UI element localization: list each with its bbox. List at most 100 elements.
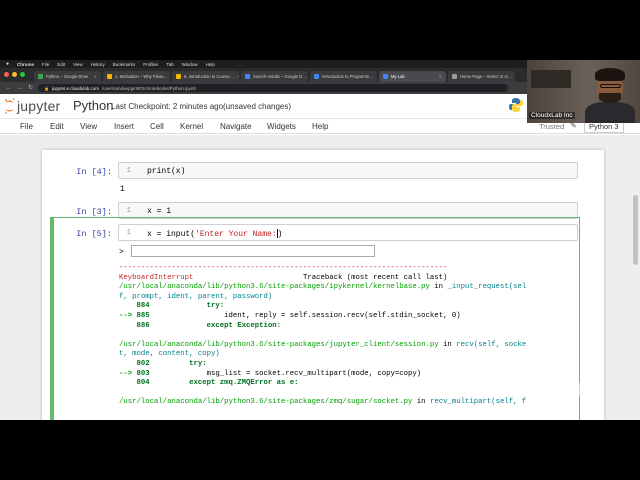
frame-line-number: 885 [136, 311, 150, 320]
page-favicon-icon [107, 74, 112, 79]
page-favicon-icon [452, 74, 457, 79]
tab-title: Python – Google Drive [46, 74, 89, 79]
menu-file[interactable]: File [20, 122, 33, 131]
traceback-header: Traceback (most recent call last) [302, 273, 448, 282]
autosave-status: (unsaved changes) [223, 102, 292, 111]
menubar-item-help[interactable]: Help [206, 62, 215, 67]
frame-file: /usr/local/anaconda/lib/python3.6/site-p… [119, 398, 413, 407]
menu-kernel[interactable]: Kernel [180, 122, 203, 131]
close-tab-icon[interactable]: ✕ [376, 74, 377, 79]
tab-title: 6. Introduction to Course… [184, 74, 235, 79]
frame-line-code: try: [206, 302, 225, 311]
browser-tab[interactable]: Python – Google Drive ✕ [34, 71, 101, 82]
browser-tab[interactable]: 1. Motivation – Why Pleas…✕ [103, 71, 170, 82]
tab-title: Introduction to Programm… [322, 74, 374, 79]
menubar-item-bookmarks[interactable]: Bookmarks [113, 62, 136, 67]
menubar-app-name[interactable]: Chrome [17, 62, 34, 67]
presenter-glasses [600, 84, 621, 88]
browser-tab[interactable]: Introduction to Programm…✕ [310, 71, 377, 82]
presenter-body [585, 102, 635, 123]
jupyter-wordmark: jupyter [17, 98, 61, 114]
frame-line-number: 886 [136, 321, 150, 330]
webcam-shelf [531, 70, 571, 88]
stdin-input[interactable] [131, 245, 375, 257]
code-text: print(x) [147, 167, 186, 176]
scrollbar-thumb[interactable] [633, 195, 638, 265]
cell-output: 1 [120, 185, 125, 194]
menu-insert[interactable]: Insert [114, 122, 134, 131]
webcam-participant-name: CloudxLab Inc [529, 112, 575, 119]
jupyter-logo[interactable]: jupyter [4, 97, 68, 115]
frame-func: recv(self, socke [456, 340, 527, 349]
frame-in: in [443, 340, 452, 349]
minimize-window-icon[interactable] [12, 72, 17, 77]
error-name: KeyboardInterrupt [119, 273, 194, 282]
address-bar[interactable]: 🔒 jupyter.e.cloudxlab.com/user/sandeepgi… [38, 84, 509, 92]
browser-tab[interactable]: Search results – Google D…✕ [241, 71, 308, 82]
frame-line-code: ident, reply = self.session.recv(self.st… [224, 311, 461, 320]
page-favicon-icon [314, 74, 319, 79]
frame-file: /usr/local/anaconda/lib/python3.6/site-p… [119, 283, 430, 292]
notebook-name[interactable]: Python [73, 98, 113, 113]
frame-line-number: 804 [136, 379, 150, 388]
browser-tab[interactable]: 6. Introduction to Course… ✕ [172, 71, 239, 82]
notebook-scrollbar[interactable] [633, 135, 638, 420]
close-tab-icon[interactable]: ✕ [94, 74, 97, 79]
line-number: 1 [126, 167, 131, 175]
line-number: 1 [126, 229, 131, 237]
address-path: /user/sandeepgiri9034/notebooks/Python.i… [102, 85, 196, 91]
frame-file: /usr/local/anaconda/lib/python3.6/site-p… [119, 340, 439, 349]
jupyter-logo-icon [5, 98, 15, 114]
menubar-item-edit[interactable]: Edit [57, 62, 65, 67]
menubar-item-view[interactable]: View [73, 62, 83, 67]
menubar-item-window[interactable]: Window [182, 62, 198, 67]
page-favicon-icon [176, 74, 181, 79]
close-window-icon[interactable] [4, 72, 9, 77]
tab-title: Home Page – Select or cr… [460, 74, 513, 79]
input-prompt: In [4]: [76, 167, 112, 177]
menubar-item-profiles[interactable]: Profiles [143, 62, 158, 67]
frame-line-code: try: [189, 359, 207, 368]
traceback-divider: ----------------------------------------… [119, 264, 448, 272]
back-arrow-icon[interactable]: ← [6, 85, 12, 91]
code-string: 'Enter Your Name: [195, 230, 277, 239]
menu-edit[interactable]: Edit [50, 122, 64, 131]
frame-in: in [416, 398, 426, 407]
menu-widgets[interactable]: Widgets [267, 122, 296, 131]
apple-icon[interactable]: ● [6, 61, 9, 67]
code-input[interactable]: 1 x = input('Enter Your Name:) [118, 224, 578, 241]
menu-help[interactable]: Help [312, 122, 328, 131]
line-number: 1 [126, 207, 131, 215]
last-checkpoint: Last Checkpoint: 2 minutes ago [111, 102, 224, 111]
stdin-prompt: > [119, 248, 124, 257]
menu-navigate[interactable]: Navigate [220, 122, 252, 131]
browser-tab[interactable]: Home Page – Select or cr…✕ [448, 71, 515, 82]
menu-cell[interactable]: Cell [150, 122, 164, 131]
lock-icon: 🔒 [44, 85, 50, 91]
drive-favicon-icon [38, 74, 43, 79]
menu-view[interactable]: View [80, 122, 97, 131]
traceback-output: ----------------------------------------… [119, 264, 526, 408]
code-cell-active[interactable]: In [5]: 1 x = input('Enter Your Name:) >… [50, 224, 580, 420]
frame-arrow: --> [119, 311, 133, 320]
address-host: jupyter.e.cloudxlab.com [52, 85, 100, 91]
reload-icon[interactable]: ↻ [28, 85, 33, 91]
code-input[interactable]: 1 print(x) [118, 162, 578, 179]
window-controls [4, 72, 25, 77]
code-suffix: ) [277, 230, 283, 239]
frame-in: in [434, 283, 444, 292]
tab-title: Search results – Google D… [253, 74, 307, 79]
menubar-item-history[interactable]: History [91, 62, 105, 67]
maximize-window-icon[interactable] [20, 72, 25, 77]
frame-line-code: except Exception: [206, 321, 282, 330]
forward-arrow-icon[interactable]: → [17, 85, 23, 91]
menubar-item-tab[interactable]: Tab [166, 62, 173, 67]
frame-line-number: 802 [136, 359, 150, 368]
menubar-item-file[interactable]: File [42, 62, 49, 67]
close-tab-icon[interactable]: ✕ [439, 74, 442, 79]
frame-line-number: 884 [136, 302, 150, 311]
browser-tab-active[interactable]: My Lab ✕ [379, 71, 446, 82]
code-cell[interactable]: In [4]: 1 print(x) 1 [50, 162, 580, 202]
close-tab-icon[interactable]: ✕ [237, 74, 239, 79]
tab-title: My Lab [391, 74, 405, 79]
